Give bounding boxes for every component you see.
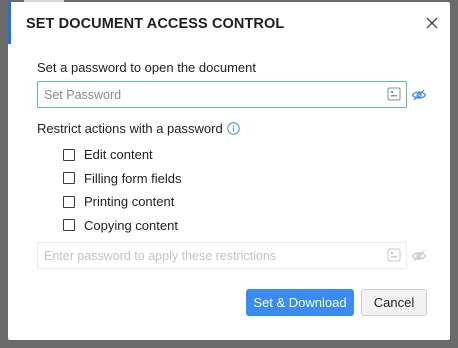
restriction-printing-content[interactable]: Printing content [63, 190, 182, 214]
checkbox[interactable] [63, 148, 75, 161]
restrict-actions-label: Restrict actions with a password [37, 121, 240, 136]
open-password-input[interactable] [38, 82, 378, 107]
checkbox[interactable] [63, 172, 75, 185]
restriction-label: Edit content [84, 147, 153, 163]
checkbox[interactable] [63, 195, 75, 208]
checkbox[interactable] [63, 219, 75, 232]
eye-slash-icon[interactable] [411, 87, 427, 103]
restrict-password-input[interactable] [38, 243, 378, 268]
header-accent-bar [8, 2, 11, 44]
access-control-dialog: SET DOCUMENT ACCESS CONTROL Set a passwo… [8, 2, 450, 340]
close-button[interactable] [422, 13, 442, 33]
cancel-button[interactable]: Cancel [361, 289, 427, 316]
open-password-field[interactable] [37, 81, 407, 108]
keypad-icon[interactable] [387, 248, 401, 262]
close-icon [426, 17, 438, 29]
restrict-actions-text: Restrict actions with a password [37, 121, 223, 136]
set-and-download-button[interactable]: Set & Download [246, 289, 354, 316]
restriction-label: Printing content [84, 194, 175, 210]
restrict-password-field[interactable] [37, 242, 407, 269]
restrictions-list: Edit content Filling form fields Printin… [63, 143, 182, 237]
restriction-label: Copying content [84, 217, 178, 233]
keypad-icon[interactable] [387, 87, 401, 101]
eye-slash-icon[interactable] [411, 248, 427, 264]
dialog-title: SET DOCUMENT ACCESS CONTROL [26, 16, 285, 32]
info-icon[interactable] [226, 122, 240, 135]
restriction-copying-content[interactable]: Copying content [63, 214, 182, 238]
restriction-label: Filling form fields [84, 170, 182, 186]
restriction-edit-content[interactable]: Edit content [63, 143, 182, 167]
open-password-label: Set a password to open the document [37, 60, 256, 75]
restriction-filling-form-fields[interactable]: Filling form fields [63, 167, 182, 191]
